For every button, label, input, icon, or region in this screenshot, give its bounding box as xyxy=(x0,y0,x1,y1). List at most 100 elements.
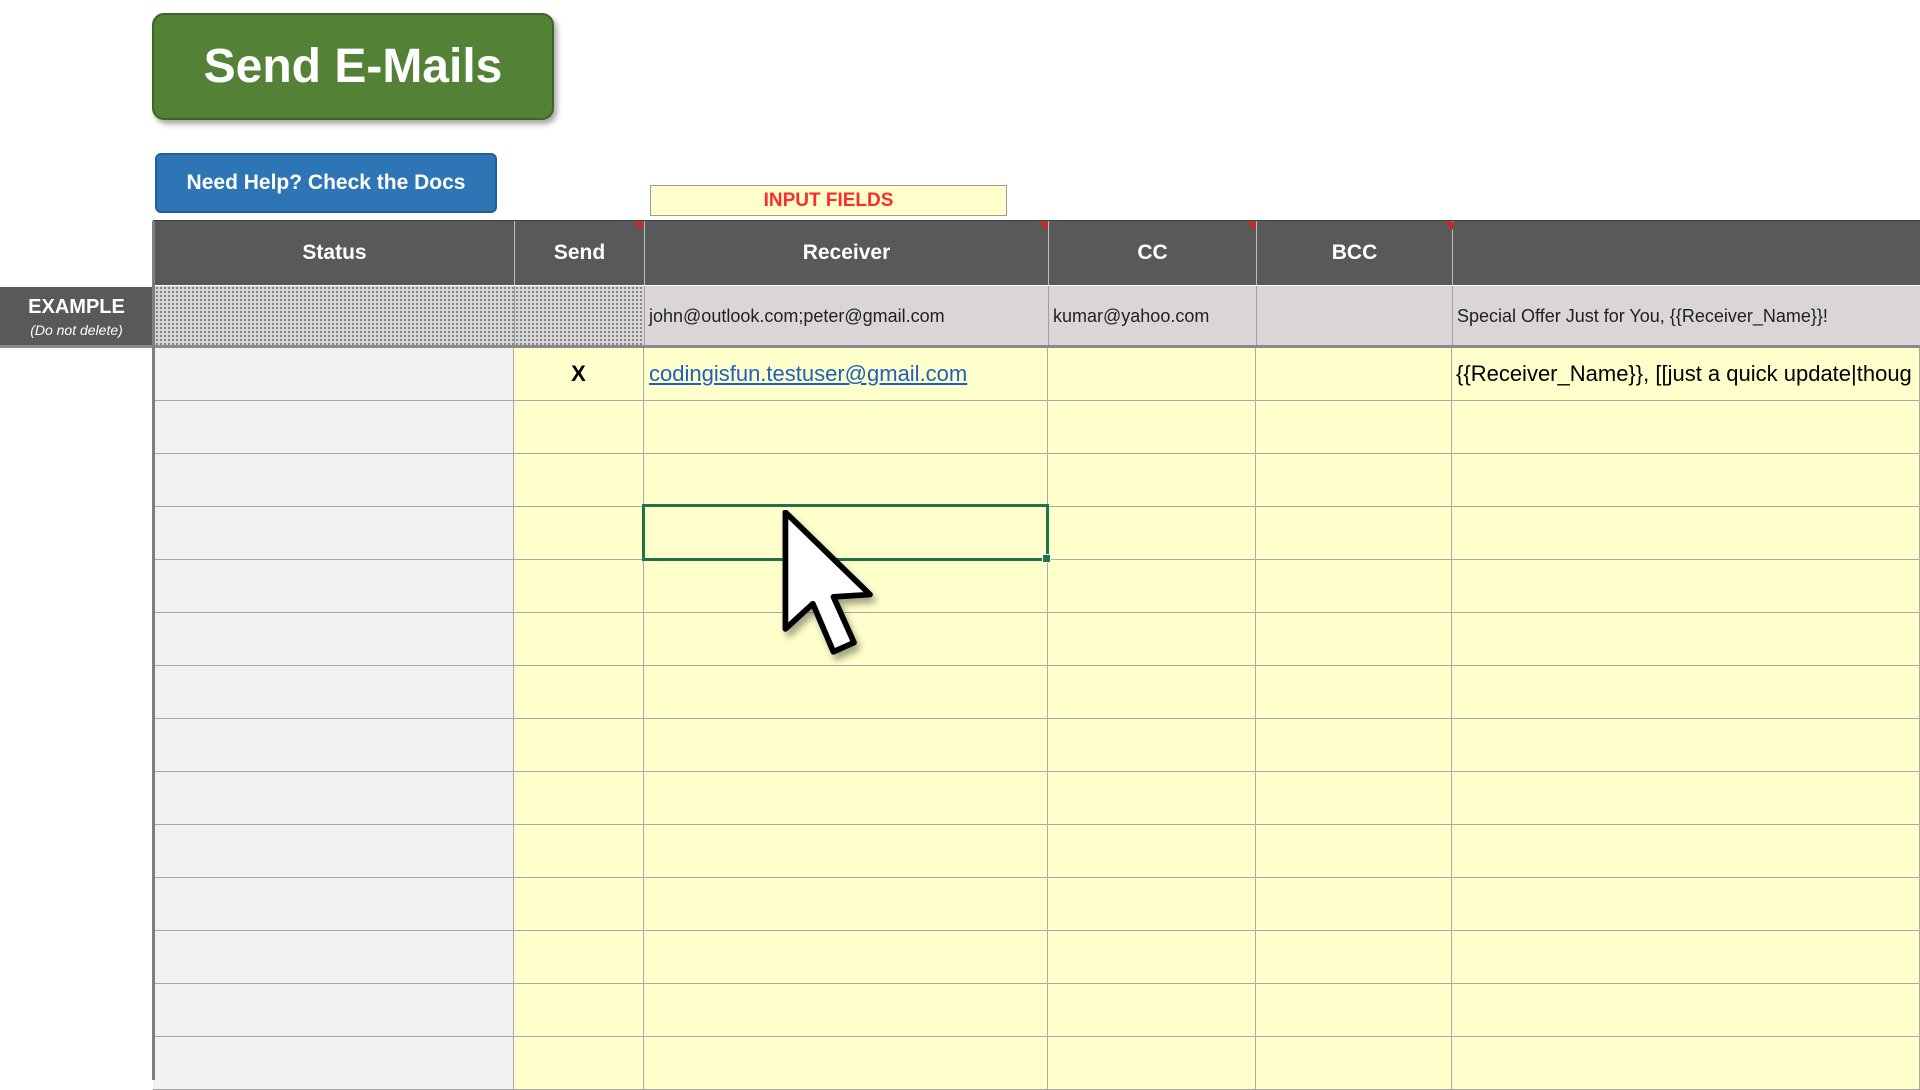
status-cell[interactable] xyxy=(153,560,514,613)
bcc-cell[interactable] xyxy=(1256,772,1452,825)
column-header-bcc[interactable]: BCC xyxy=(1257,221,1453,285)
send-cell[interactable] xyxy=(514,931,644,984)
receiver-cell[interactable] xyxy=(644,878,1048,931)
cc-cell[interactable] xyxy=(1048,878,1256,931)
receiver-cell[interactable] xyxy=(644,1037,1048,1090)
subject-cell[interactable] xyxy=(1452,772,1920,825)
bcc-cell[interactable] xyxy=(1256,719,1452,772)
send-cell[interactable] xyxy=(514,984,644,1037)
receiver-cell[interactable] xyxy=(644,772,1048,825)
subject-cell[interactable] xyxy=(1452,401,1920,454)
receiver-cell[interactable] xyxy=(644,825,1048,878)
status-cell[interactable] xyxy=(153,613,514,666)
cc-cell[interactable] xyxy=(1048,1037,1256,1090)
bcc-cell[interactable] xyxy=(1256,507,1452,560)
bcc-cell[interactable] xyxy=(1256,613,1452,666)
comment-marker[interactable] xyxy=(1247,222,1255,230)
receiver-email-link[interactable]: codingisfun.testuser@gmail.com xyxy=(649,361,967,387)
comment-marker[interactable] xyxy=(634,222,642,230)
status-cell[interactable] xyxy=(153,666,514,719)
cc-cell[interactable] xyxy=(1048,348,1256,401)
example-cc-cell[interactable]: kumar@yahoo.com xyxy=(1049,286,1257,347)
send-cell[interactable] xyxy=(514,1037,644,1090)
send-cell[interactable]: X xyxy=(514,348,644,401)
bcc-cell[interactable] xyxy=(1256,984,1452,1037)
bcc-cell[interactable] xyxy=(1256,666,1452,719)
column-header-receiver[interactable]: Receiver xyxy=(645,221,1049,285)
subject-cell[interactable] xyxy=(1452,454,1920,507)
cc-cell[interactable] xyxy=(1048,401,1256,454)
bcc-cell[interactable] xyxy=(1256,878,1452,931)
subject-cell[interactable] xyxy=(1452,878,1920,931)
subject-cell[interactable] xyxy=(1452,825,1920,878)
send-cell[interactable] xyxy=(514,613,644,666)
comment-marker[interactable] xyxy=(1445,222,1453,230)
receiver-cell[interactable] xyxy=(644,984,1048,1037)
status-cell[interactable] xyxy=(153,984,514,1037)
status-cell[interactable] xyxy=(153,719,514,772)
status-cell[interactable] xyxy=(153,348,514,401)
cc-cell[interactable] xyxy=(1048,984,1256,1037)
fill-handle[interactable] xyxy=(1042,554,1051,563)
cc-cell[interactable] xyxy=(1048,719,1256,772)
example-receiver-cell[interactable]: john@outlook.com;peter@gmail.com xyxy=(645,286,1049,347)
bcc-cell[interactable] xyxy=(1256,560,1452,613)
status-cell[interactable] xyxy=(153,507,514,560)
send-cell[interactable] xyxy=(514,454,644,507)
example-bcc-cell[interactable] xyxy=(1257,286,1453,347)
example-subject-cell[interactable]: Special Offer Just for You, {{Receiver_N… xyxy=(1453,286,1920,347)
cc-cell[interactable] xyxy=(1048,825,1256,878)
status-cell[interactable] xyxy=(153,401,514,454)
subject-cell[interactable] xyxy=(1452,719,1920,772)
bcc-cell[interactable] xyxy=(1256,454,1452,507)
send-cell[interactable] xyxy=(514,666,644,719)
subject-cell[interactable] xyxy=(1452,931,1920,984)
subject-cell[interactable] xyxy=(1452,1037,1920,1090)
status-cell[interactable] xyxy=(153,454,514,507)
help-docs-button[interactable]: Need Help? Check the Docs xyxy=(155,153,497,213)
subject-cell[interactable] xyxy=(1452,984,1920,1037)
send-cell[interactable] xyxy=(514,560,644,613)
subject-cell[interactable] xyxy=(1452,666,1920,719)
column-header-subject[interactable] xyxy=(1453,221,1920,285)
bcc-cell[interactable] xyxy=(1256,401,1452,454)
subject-cell[interactable]: {{Receiver_Name}}, [[just a quick update… xyxy=(1452,348,1920,401)
column-header-send[interactable]: Send xyxy=(515,221,645,285)
bcc-cell[interactable] xyxy=(1256,825,1452,878)
receiver-cell[interactable] xyxy=(644,401,1048,454)
bcc-cell[interactable] xyxy=(1256,1037,1452,1090)
cc-cell[interactable] xyxy=(1048,560,1256,613)
receiver-cell[interactable]: codingisfun.testuser@gmail.com xyxy=(644,348,1048,401)
example-send-cell[interactable] xyxy=(515,286,645,347)
column-header-cc[interactable]: CC xyxy=(1049,221,1257,285)
subject-cell[interactable] xyxy=(1452,507,1920,560)
send-cell[interactable] xyxy=(514,878,644,931)
cc-cell[interactable] xyxy=(1048,613,1256,666)
example-status-cell[interactable] xyxy=(155,286,515,347)
receiver-cell[interactable] xyxy=(644,719,1048,772)
cc-cell[interactable] xyxy=(1048,666,1256,719)
send-cell[interactable] xyxy=(514,772,644,825)
status-cell[interactable] xyxy=(153,878,514,931)
send-cell[interactable] xyxy=(514,719,644,772)
status-cell[interactable] xyxy=(153,1037,514,1090)
send-cell[interactable] xyxy=(514,825,644,878)
status-cell[interactable] xyxy=(153,772,514,825)
receiver-cell[interactable] xyxy=(644,931,1048,984)
bcc-cell[interactable] xyxy=(1256,348,1452,401)
cc-cell[interactable] xyxy=(1048,507,1256,560)
column-header-status[interactable]: Status xyxy=(155,221,515,285)
send-emails-button[interactable]: Send E-Mails xyxy=(152,13,554,120)
send-cell[interactable] xyxy=(514,507,644,560)
cc-cell[interactable] xyxy=(1048,931,1256,984)
cc-cell[interactable] xyxy=(1048,454,1256,507)
receiver-cell[interactable] xyxy=(644,666,1048,719)
status-cell[interactable] xyxy=(153,931,514,984)
comment-marker[interactable] xyxy=(1039,222,1047,230)
subject-cell[interactable] xyxy=(1452,613,1920,666)
bcc-cell[interactable] xyxy=(1256,931,1452,984)
status-cell[interactable] xyxy=(153,825,514,878)
cc-cell[interactable] xyxy=(1048,772,1256,825)
receiver-cell[interactable] xyxy=(644,454,1048,507)
subject-cell[interactable] xyxy=(1452,560,1920,613)
